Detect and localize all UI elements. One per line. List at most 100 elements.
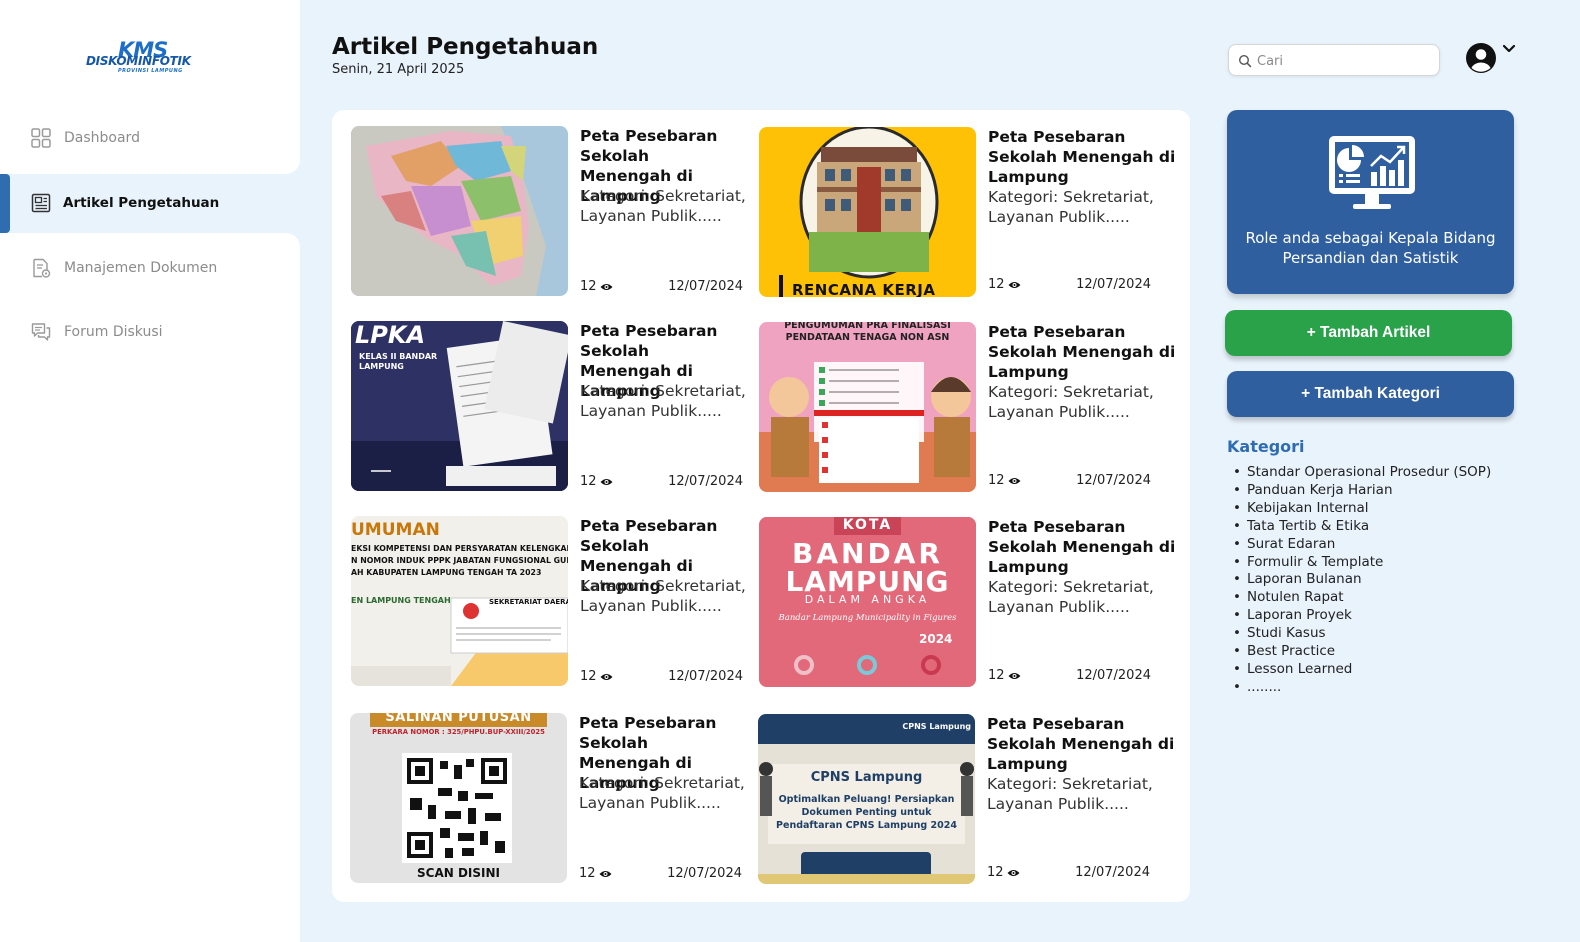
add-category-button[interactable]: + Tambah Kategori (1227, 371, 1514, 417)
category-item[interactable]: Panduan Kerja Harian (1233, 482, 1491, 500)
category-item[interactable]: ........ (1233, 679, 1491, 697)
article-views: 12 (579, 866, 612, 881)
article-card[interactable]: UMUMAN EKSI KOMPETENSI DAN PERSYARATAN K… (351, 516, 746, 688)
thumbnail-heading: LPKA (355, 321, 426, 349)
thumbnail-line: SCAN DISINI (417, 866, 500, 880)
eye-icon (600, 283, 613, 290)
article-title[interactable]: Peta Pesebaran Sekolah Menengah di Lampu… (988, 517, 1178, 577)
chat-bubbles-icon (31, 323, 51, 341)
article-date: 12/07/2024 (667, 866, 742, 881)
article-thumbnail[interactable]: UMUMAN EKSI KOMPETENSI DAN PERSYARATAN K… (351, 516, 568, 686)
article-card[interactable]: CPNS Lampung CPNS Lampung Optimalkan Pel… (758, 714, 1174, 886)
article-title[interactable]: Peta Pesebaran Sekolah Menengah di Lampu… (988, 127, 1178, 187)
category-item[interactable]: Surat Edaran (1233, 536, 1491, 554)
eye-icon (1007, 869, 1020, 876)
article-card[interactable]: KOTA BANDAR LAMPUNG DALAM ANGKA Bandar L… (759, 517, 1175, 689)
category-item[interactable]: Laporan Bulanan (1233, 571, 1491, 589)
sidebar-item-forum-diskusi[interactable]: Forum Diskusi (0, 303, 300, 361)
article-category: Kategori: Sekretariat, Layanan Publik...… (988, 188, 1154, 226)
sidebar-item-label: Dashboard (64, 130, 140, 146)
article-title[interactable]: Peta Pesebaran Sekolah Menengah di Lampu… (988, 322, 1178, 382)
article-panel: Peta Pesebaran Sekolah Menengah di Lampu… (332, 110, 1190, 902)
logo-region-text: PROVINSI LAMPUNG (118, 68, 183, 74)
category-item[interactable]: Best Practice (1233, 643, 1491, 661)
non-asn-announcement-image (759, 322, 976, 492)
article-views-count: 12 (580, 474, 597, 489)
article-date: 12/07/2024 (1076, 277, 1151, 292)
search-placeholder: Cari (1257, 54, 1283, 69)
sidebar-bottom-panel: Manajemen Dokumen Forum Diskusi (0, 233, 300, 942)
article-views: 12 (580, 669, 613, 684)
thumbnail-line: EN LAMPUNG TENGAH (351, 596, 451, 605)
article-card[interactable]: PENGUMUMAN PRA FINALISASI PENDATAAN TENA… (759, 322, 1175, 494)
article-date: 12/07/2024 (1076, 668, 1151, 683)
article-thumbnail[interactable]: PENGUMUMAN PRA FINALISASI PENDATAAN TENA… (759, 322, 976, 492)
article-thumbnail[interactable]: RENCANA KERJA (759, 127, 976, 297)
category-item[interactable]: Notulen Rapat (1233, 589, 1491, 607)
salinan-putusan-qr-image (350, 713, 567, 883)
category-item[interactable]: Lesson Learned (1233, 661, 1491, 679)
eye-icon (600, 478, 613, 485)
thumbnail-heading: PENGUMUMAN PRA FINALISASI (784, 322, 951, 331)
thumbnail-line: KOTA (842, 517, 893, 533)
category-heading: Kategori (1227, 437, 1305, 456)
thumbnail-line: 2024 (919, 632, 953, 646)
article-card[interactable]: SALINAN PUTUSAN PERKARA NOMOR : 325/PHPU… (350, 713, 745, 885)
article-category: Kategori: Sekretariat, Layanan Publik...… (580, 382, 746, 420)
category-item[interactable]: Formulir & Template (1233, 554, 1491, 572)
article-thumbnail[interactable]: SALINAN PUTUSAN PERKARA NOMOR : 325/PHPU… (350, 713, 567, 883)
role-card: Role anda sebagai Kepala Bidang Persandi… (1227, 110, 1514, 294)
page-title: Artikel Pengetahuan (332, 34, 599, 60)
thumbnail-heading: UMUMAN (351, 520, 440, 540)
article-date: 12/07/2024 (668, 474, 743, 489)
thumbnail-caption: RENCANA KERJA (792, 281, 936, 297)
category-item[interactable]: Standar Operasional Prosedur (SOP) (1233, 464, 1491, 482)
add-article-button[interactable]: + Tambah Artikel (1225, 310, 1512, 356)
article-thumbnail[interactable] (351, 126, 568, 296)
article-date: 12/07/2024 (1076, 473, 1151, 488)
sidebar-item-manajemen-dokumen[interactable]: Manajemen Dokumen (0, 239, 300, 297)
article-views-count: 12 (988, 473, 1005, 488)
article-views-count: 12 (580, 669, 597, 684)
eye-icon (1008, 477, 1021, 484)
thumbnail-subheading: PENDATAAN TENAGA NON ASN (785, 332, 950, 343)
user-avatar-icon[interactable] (1465, 42, 1497, 74)
article-category: Kategori: Sekretariat, Layanan Publik...… (987, 775, 1153, 813)
article-views: 12 (988, 277, 1021, 292)
eye-icon (599, 870, 612, 877)
rencana-kerja-image (759, 127, 976, 297)
thumbnail-line: AH KABUPATEN LAMPUNG TENGAH TA 2023 (351, 568, 542, 577)
article-views: 12 (987, 865, 1020, 880)
search-input[interactable]: Cari (1228, 44, 1440, 76)
category-item[interactable]: Laporan Proyek (1233, 607, 1491, 625)
thumbnail-line: EKSI KOMPETENSI DAN PERSYARATAN KELENGKA… (351, 544, 568, 553)
article-thumbnail[interactable]: CPNS Lampung CPNS Lampung Optimalkan Pel… (758, 714, 975, 884)
thumbnail-subheading: KELAS II BANDAR (359, 352, 438, 361)
article-card[interactable]: Peta Pesebaran Sekolah Menengah di Lampu… (351, 126, 746, 298)
thumbnail-line: PERKARA NOMOR : 325/PHPU.BUP-XXIII/2025 (372, 728, 545, 736)
article-date: 12/07/2024 (668, 279, 743, 294)
article-title[interactable]: Peta Pesebaran Sekolah Menengah di Lampu… (987, 714, 1177, 774)
category-item[interactable]: Studi Kasus (1233, 625, 1491, 643)
sidebar-item-artikel-pengetahuan[interactable]: Artikel Pengetahuan (0, 174, 300, 232)
article-card[interactable]: LPKA KELAS II BANDAR LAMPUNG Peta Peseba… (351, 321, 746, 493)
article-views-count: 12 (988, 668, 1005, 683)
category-item[interactable]: Kebijakan Internal (1233, 500, 1491, 518)
article-thumbnail[interactable]: LPKA KELAS II BANDAR LAMPUNG (351, 321, 568, 491)
article-thumbnail[interactable]: KOTA BANDAR LAMPUNG DALAM ANGKA Bandar L… (759, 517, 976, 687)
article-date: 12/07/2024 (1075, 865, 1150, 880)
chevron-down-icon[interactable] (1502, 44, 1516, 54)
article-card[interactable]: RENCANA KERJA Peta Pesebaran Sekolah Men… (759, 127, 1175, 299)
thumbnail-line: Bandar Lampung Municipality in Figures (778, 613, 957, 623)
eye-icon (600, 673, 613, 680)
sidebar-item-dashboard[interactable]: Dashboard (0, 109, 300, 167)
kms-logo[interactable]: KMS DISKOMINFOTIK PROVINSI LAMPUNG (86, 38, 216, 74)
document-settings-icon (33, 258, 51, 278)
sidebar: KMS DISKOMINFOTIK PROVINSI LAMPUNG Dashb… (0, 0, 300, 942)
article-views-count: 12 (579, 866, 596, 881)
article-category: Kategori: Sekretariat, Layanan Publik...… (580, 187, 746, 225)
thumbnail-heading: CPNS Lampung (810, 770, 923, 785)
category-item[interactable]: Tata Tertib & Etika (1233, 518, 1491, 536)
sidebar-item-label: Artikel Pengetahuan (63, 195, 220, 211)
sidebar-item-label: Forum Diskusi (64, 324, 163, 340)
